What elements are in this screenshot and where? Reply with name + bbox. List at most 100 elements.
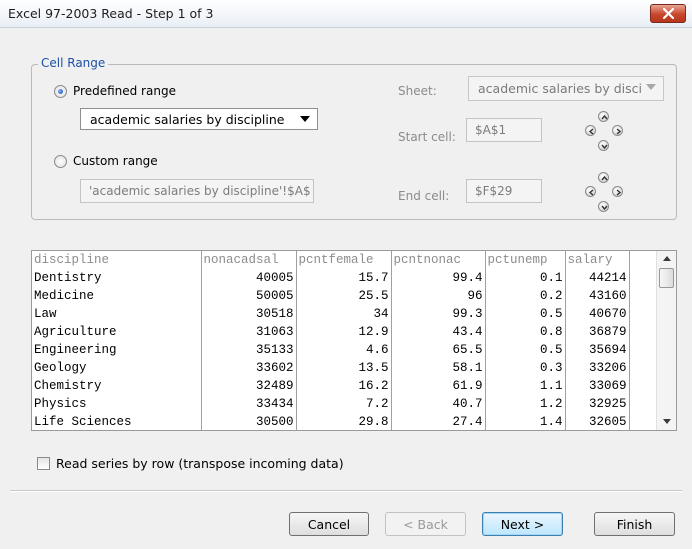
close-button[interactable] — [650, 4, 686, 23]
table-row: Dentistry 40005 15.7 99.4 0.1 44214 — [32, 269, 630, 287]
chevron-down-icon — [646, 84, 656, 90]
scroll-down-icon[interactable] — [663, 419, 671, 424]
next-button[interactable]: Next > — [482, 512, 563, 536]
column-header: pcntnonac — [391, 251, 486, 269]
table-cell: 43160 — [565, 287, 630, 305]
end-cell-input[interactable]: $F$29 — [466, 179, 542, 203]
table-cell: 40.7 — [391, 395, 486, 413]
separator — [10, 490, 682, 492]
end-cell-left-button[interactable] — [585, 186, 596, 197]
close-icon — [663, 8, 674, 19]
column-header: discipline — [32, 251, 202, 269]
title-bar: Excel 97-2003 Read - Step 1 of 3 — [0, 0, 692, 28]
radio-checked-icon[interactable] — [54, 84, 67, 98]
start-cell-right-button[interactable] — [612, 125, 623, 136]
table-cell: Engineering — [32, 341, 202, 359]
table-cell: 43.4 — [391, 323, 486, 341]
end-cell-label: End cell: — [398, 189, 450, 203]
table-cell: 33069 — [565, 377, 630, 395]
table-cell: 40670 — [565, 305, 630, 323]
table-row: Engineering 35133 4.6 65.5 0.5 35694 — [32, 341, 630, 359]
table-cell: 1.4 — [485, 413, 566, 430]
table-cell: 34 — [296, 305, 392, 323]
table-cell: 25.5 — [296, 287, 392, 305]
table-row: Medicine 50005 25.5 96 0.2 43160 — [32, 287, 630, 305]
scroll-up-icon[interactable] — [663, 256, 671, 261]
predefined-range-select[interactable]: academic salaries by discipline — [80, 108, 318, 130]
table-cell: 0.2 — [485, 287, 566, 305]
table-cell: Geology — [32, 359, 202, 377]
table-cell: 0.3 — [485, 359, 566, 377]
custom-range-input[interactable]: 'academic salaries by discipline'!$A$ — [80, 179, 314, 203]
table-cell: 96 — [391, 287, 486, 305]
table-cell: 16.2 — [296, 377, 392, 395]
table-cell: 29.8 — [296, 413, 392, 430]
arrow-up-icon — [601, 175, 608, 181]
table-cell: 32605 — [565, 413, 630, 430]
table-cell: 0.5 — [485, 341, 566, 359]
table-cell: 32489 — [201, 377, 297, 395]
predefined-range-radio[interactable]: Predefined range — [54, 84, 176, 98]
table-cell: Law — [32, 305, 202, 323]
table-cell: 50005 — [201, 287, 297, 305]
table-row: Agriculture 31063 12.9 43.4 0.8 36879 — [32, 323, 630, 341]
arrow-up-icon — [601, 114, 608, 120]
custom-range-value: 'academic salaries by discipline'!$A$ — [89, 184, 311, 198]
chevron-down-icon — [300, 116, 310, 122]
table-cell: 32925 — [565, 395, 630, 413]
start-cell-left-button[interactable] — [585, 125, 596, 136]
table-cell: 33602 — [201, 359, 297, 377]
start-cell-input[interactable]: $A$1 — [466, 118, 542, 142]
table-cell: Life Sciences — [32, 413, 202, 430]
transpose-checkbox[interactable]: Read series by row (transpose incoming d… — [37, 456, 344, 471]
table-cell: 0.5 — [485, 305, 566, 323]
table-cell: 0.1 — [485, 269, 566, 287]
end-cell-down-button[interactable] — [598, 201, 609, 212]
table-cell: 0.8 — [485, 323, 566, 341]
table-cell: 7.2 — [296, 395, 392, 413]
table-cell: 1.1 — [485, 377, 566, 395]
back-button[interactable]: < Back — [385, 512, 466, 536]
table-cell: Agriculture — [32, 323, 202, 341]
table-cell: 1.2 — [485, 395, 566, 413]
arrow-down-icon — [601, 205, 608, 211]
custom-range-label: Custom range — [73, 154, 158, 168]
window-title: Excel 97-2003 Read - Step 1 of 3 — [8, 6, 214, 21]
start-cell-down-button[interactable] — [598, 140, 609, 151]
column-header: nonacadsal — [201, 251, 297, 269]
column-header: pcntfemale — [296, 251, 392, 269]
table-cell: 13.5 — [296, 359, 392, 377]
table-cell: 35133 — [201, 341, 297, 359]
table-cell: 99.4 — [391, 269, 486, 287]
table-cell: Medicine — [32, 287, 202, 305]
table-cell: 65.5 — [391, 341, 486, 359]
table-cell: 30500 — [201, 413, 297, 430]
sheet-select[interactable]: academic salaries by disci — [468, 76, 664, 101]
checkbox-unchecked-icon[interactable] — [37, 457, 50, 470]
table-cell: 44214 — [565, 269, 630, 287]
start-cell-up-button[interactable] — [598, 111, 609, 122]
table-row: Life Sciences 30500 29.8 27.4 1.4 32605 — [32, 413, 630, 430]
end-cell-right-button[interactable] — [612, 186, 623, 197]
sheet-label: Sheet: — [398, 84, 437, 98]
table-cell: 15.7 — [296, 269, 392, 287]
table-cell: Chemistry — [32, 377, 202, 395]
custom-range-radio[interactable]: Custom range — [54, 154, 158, 168]
cancel-button[interactable]: Cancel — [289, 512, 369, 536]
radio-unchecked-icon[interactable] — [54, 154, 67, 168]
data-preview-grid[interactable]: discipline nonacadsal pcntfemale pcntnon… — [31, 250, 677, 431]
table-cell: 35694 — [565, 341, 630, 359]
table-row: Chemistry 32489 16.2 61.9 1.1 33069 — [32, 377, 630, 395]
finish-button[interactable]: Finish — [594, 512, 675, 536]
column-header: pctunemp — [485, 251, 566, 269]
start-cell-label: Start cell: — [398, 130, 456, 144]
end-cell-up-button[interactable] — [598, 172, 609, 183]
table-cell: 61.9 — [391, 377, 486, 395]
arrow-right-icon — [616, 128, 622, 135]
preview-table: discipline nonacadsal pcntfemale pcntnon… — [32, 251, 630, 430]
scroll-thumb[interactable] — [659, 268, 674, 288]
arrow-left-icon — [588, 189, 594, 196]
table-cell: 33434 — [201, 395, 297, 413]
vertical-scrollbar[interactable] — [656, 251, 676, 430]
cell-range-legend: Cell Range — [38, 56, 109, 70]
